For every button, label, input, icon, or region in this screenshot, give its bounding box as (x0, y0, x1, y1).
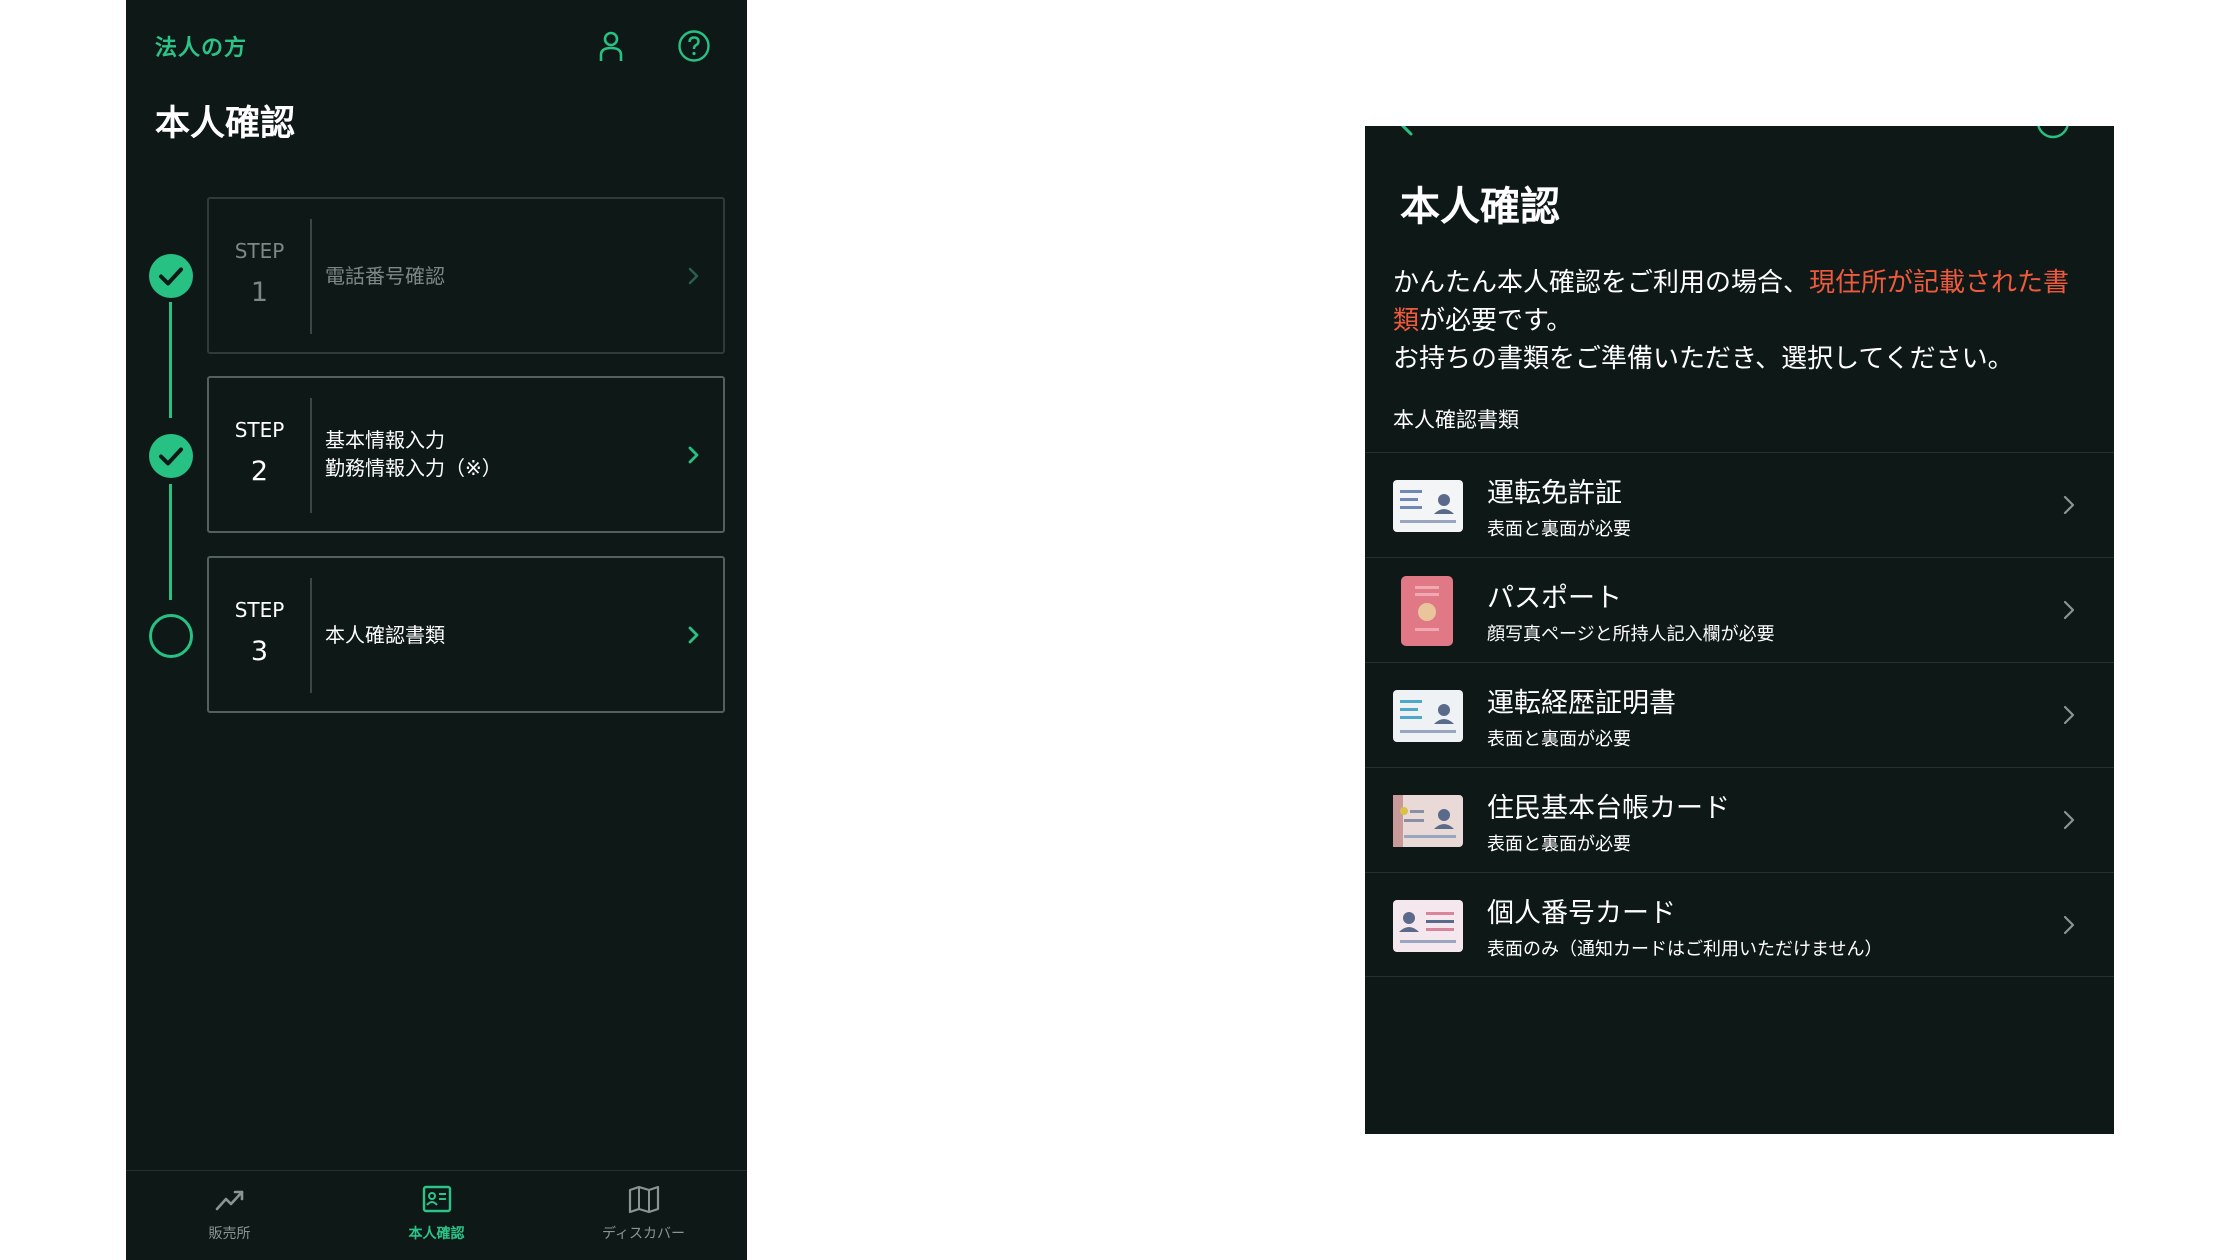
step-label: 基本情報入力 (325, 428, 445, 452)
right-phone-screen: 本人確認 かんたん本人確認をご利用の場合、現住所が記載された書類が必要です。 お… (1365, 126, 2114, 1134)
tab-label: ディスカバー (601, 1226, 686, 1242)
document-description: 表面と裏面が必要 (1487, 834, 1631, 855)
help-icon[interactable] (2035, 126, 2071, 140)
document-name: 個人番号カード (1487, 898, 1676, 929)
step-1-card: STEP 1 電話番号確認 (207, 197, 725, 354)
document-description: 表面と裏面が必要 (1487, 519, 1631, 540)
my-number-card-icon (1393, 900, 1463, 952)
step-number-column: STEP 3 (209, 558, 310, 711)
step-number: 3 (250, 636, 269, 667)
chevron-right-icon (688, 446, 699, 464)
chevron-right-icon (2063, 705, 2075, 725)
step-label: 本人確認書類 (325, 623, 445, 647)
intro-text-part2: が必要です。 (1419, 306, 1573, 336)
step-connector-line (169, 302, 172, 418)
step-number-column: STEP 2 (209, 378, 310, 531)
id-card-icon (422, 1185, 452, 1213)
document-description: 顔写真ページと所持人記入欄が必要 (1487, 624, 1775, 645)
document-name: 運転免許証 (1487, 478, 1622, 509)
documents-heading: 本人確認書類 (1393, 408, 1519, 432)
chevron-right-icon (2063, 810, 2075, 830)
user-icon[interactable] (593, 28, 629, 64)
chevron-right-icon (2063, 600, 2075, 620)
step-word: STEP (234, 598, 285, 622)
intro-text-part1: かんたん本人確認をご利用の場合、 (1393, 268, 1810, 298)
tab-exchange[interactable]: 販売所 (126, 1171, 333, 1260)
bottom-tab-bar: 販売所 本人確認 ディスカバー (126, 1170, 747, 1260)
passport-icon (1401, 576, 1453, 646)
trend-chart-icon (215, 1190, 244, 1211)
back-arrow-icon[interactable] (1395, 126, 1417, 138)
help-icon[interactable] (677, 29, 711, 63)
document-name: 住民基本台帳カード (1487, 793, 1730, 824)
step-label: 勤務情報入力（※） (325, 456, 502, 480)
left-phone-screen: 法人の方 本人確認 STEP 1 電話番号確認 STEP 2 基本情報入力 勤務… (126, 0, 747, 1260)
corporate-link[interactable]: 法人の方 (155, 30, 247, 62)
tab-identity[interactable]: 本人確認 (333, 1171, 540, 1260)
step-1-complete-icon (149, 254, 193, 298)
step-divider (310, 398, 312, 513)
step-label: 電話番号確認 (325, 264, 445, 288)
map-icon (628, 1185, 660, 1214)
step-word: STEP (234, 418, 285, 442)
step-number-column: STEP 1 (209, 199, 310, 352)
drivers-license-icon (1393, 480, 1463, 532)
step-3-card[interactable]: STEP 3 本人確認書類 (207, 556, 725, 713)
document-description: 表面と裏面が必要 (1487, 729, 1631, 750)
driving-history-certificate-icon (1393, 690, 1463, 742)
tab-discover[interactable]: ディスカバー (540, 1171, 747, 1260)
document-item-resident-registry-card[interactable]: 住民基本台帳カード 表面と裏面が必要 (1365, 767, 2114, 872)
chevron-right-icon (688, 626, 699, 644)
tab-label: 本人確認 (408, 1226, 465, 1242)
document-name: 運転経歴証明書 (1487, 688, 1676, 719)
step-2-complete-icon (149, 434, 193, 478)
resident-registry-card-icon (1393, 795, 1463, 847)
step-number: 2 (250, 456, 269, 487)
step-2-card[interactable]: STEP 2 基本情報入力 勤務情報入力（※） (207, 376, 725, 533)
document-item-passport[interactable]: パスポート 顔写真ページと所持人記入欄が必要 (1365, 557, 2114, 662)
page-title: 本人確認 (155, 104, 296, 144)
chevron-right-icon (688, 267, 699, 285)
step-divider (310, 219, 312, 334)
document-item-my-number-card[interactable]: 個人番号カード 表面のみ（通知カードはご利用いただけません） (1365, 872, 2114, 977)
document-item-drivers-license[interactable]: 運転免許証 表面と裏面が必要 (1365, 452, 2114, 557)
step-3-pending-icon (149, 614, 193, 658)
chevron-right-icon (2063, 915, 2075, 935)
intro-text-line2: お持ちの書類をご準備いただき、選択してください。 (1393, 344, 2014, 374)
tab-label: 販売所 (208, 1226, 251, 1242)
step-number: 1 (250, 277, 269, 308)
document-description: 表面のみ（通知カードはご利用いただけません） (1487, 939, 1883, 960)
chevron-right-icon (2063, 495, 2075, 515)
step-word: STEP (234, 239, 285, 263)
document-list: 運転免許証 表面と裏面が必要 パスポート 顔写真ページと所持人記入欄が必要 運転… (1365, 452, 2114, 977)
document-name: パスポート (1487, 583, 1622, 614)
step-connector-line (169, 484, 172, 600)
document-item-driving-history-certificate[interactable]: 運転経歴証明書 表面と裏面が必要 (1365, 662, 2114, 767)
step-divider (310, 578, 312, 693)
intro-text: かんたん本人確認をご利用の場合、現住所が記載された書類が必要です。 お持ちの書類… (1393, 264, 2093, 378)
page-title: 本人確認 (1400, 184, 1560, 230)
